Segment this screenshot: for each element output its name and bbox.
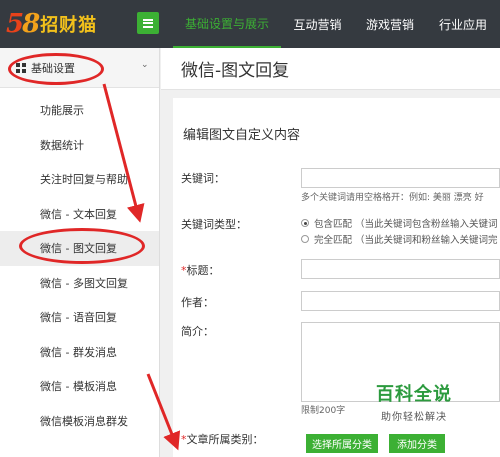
match-option-exact-label: 完全匹配 （当此关键词和粉丝输入关键词完: [314, 235, 498, 246]
sidebar-item-feature-display[interactable]: 功能展示: [0, 93, 159, 128]
title-input[interactable]: [301, 259, 500, 279]
page-title-bar: 微信-图文回复: [161, 48, 500, 90]
top-nav: 基础设置与展示 互动营销 游戏营销 行业应用: [173, 0, 500, 48]
top-nav-item-interactive-marketing[interactable]: 互动营销: [281, 0, 354, 48]
grid-icon: [16, 62, 26, 73]
match-option-contains-label: 包含匹配 （当此关键词包含粉丝输入关键词: [314, 219, 498, 230]
sidebar-item-text-reply[interactable]: 微信 - 文本回复: [0, 197, 159, 232]
sidebar-item-image-text-reply[interactable]: 微信 - 图文回复: [0, 231, 159, 266]
match-option-contains[interactable]: 包含匹配 （当此关键词包含粉丝输入关键词: [301, 216, 498, 230]
top-nav-item-industry-apps[interactable]: 行业应用: [426, 0, 500, 48]
intro-label: 简介：: [181, 325, 214, 338]
keyword-label: 关键词：: [181, 172, 225, 185]
logo-number: 58: [6, 9, 40, 39]
logo[interactable]: 58 招财猫: [6, 6, 97, 42]
chevron-down-icon[interactable]: ⌄: [141, 60, 149, 70]
author-input[interactable]: [301, 291, 500, 311]
page-title: 微信-图文回复: [181, 61, 290, 81]
hamburger-icon: [143, 18, 153, 28]
sidebar-item-voice-reply[interactable]: 微信 - 语音回复: [0, 300, 159, 335]
sidebar-group-label: 基础设置: [31, 61, 75, 75]
top-nav-item-game-marketing[interactable]: 游戏营销: [354, 0, 426, 48]
category-label: *文章所属类别：: [181, 433, 264, 446]
sidebar-item-multi-image-text-reply[interactable]: 微信 - 多图文回复: [0, 266, 159, 301]
section-title: 编辑图文自定义内容: [183, 128, 301, 143]
add-category-button[interactable]: 添加分类: [389, 434, 445, 453]
sidebar-group-basic-settings[interactable]: 基础设置: [0, 48, 159, 88]
author-label: 作者：: [181, 296, 214, 309]
match-option-exact[interactable]: 完全匹配 （当此关键词和粉丝输入关键词完: [301, 232, 498, 246]
keyword-type-label: 关键词类型：: [181, 218, 247, 231]
sidebar-item-template-mass-send[interactable]: 微信模板消息群发: [0, 404, 159, 439]
top-bar: 58 招财猫 基础设置与展示 互动营销 游戏营销 行业应用: [0, 0, 500, 48]
watermark-sub: 助你轻松解决: [381, 412, 447, 423]
keyword-hint: 多个关键词请用空格格开：例如: 美丽 漂亮 好: [301, 193, 484, 203]
top-nav-item-basic-settings[interactable]: 基础设置与展示: [173, 0, 281, 48]
watermark-main: 百科全说: [376, 384, 452, 405]
select-category-button[interactable]: 选择所属分类: [306, 434, 378, 453]
sidebar-item-follow-reply[interactable]: 关注时回复与帮助: [0, 162, 159, 197]
watermark: 百科全说 助你轻松解决: [364, 380, 464, 423]
logo-text: 招财猫: [40, 15, 98, 36]
radio-selected-icon[interactable]: [301, 219, 309, 227]
sidebar: 基础设置 功能展示 数据统计 关注时回复与帮助 微信 - 文本回复 微信 - 图…: [0, 48, 160, 457]
title-label: *标题：: [181, 264, 220, 277]
radio-unselected-icon[interactable]: [301, 235, 309, 243]
char-limit-hint: 限制200字: [301, 406, 346, 416]
sidebar-item-mass-message[interactable]: 微信 - 群发消息: [0, 335, 159, 370]
menu-toggle-button[interactable]: [137, 12, 159, 34]
keyword-input[interactable]: [301, 168, 500, 188]
sidebar-item-statistics[interactable]: 数据统计: [0, 128, 159, 163]
sidebar-item-template-message[interactable]: 微信 - 模板消息: [0, 369, 159, 404]
